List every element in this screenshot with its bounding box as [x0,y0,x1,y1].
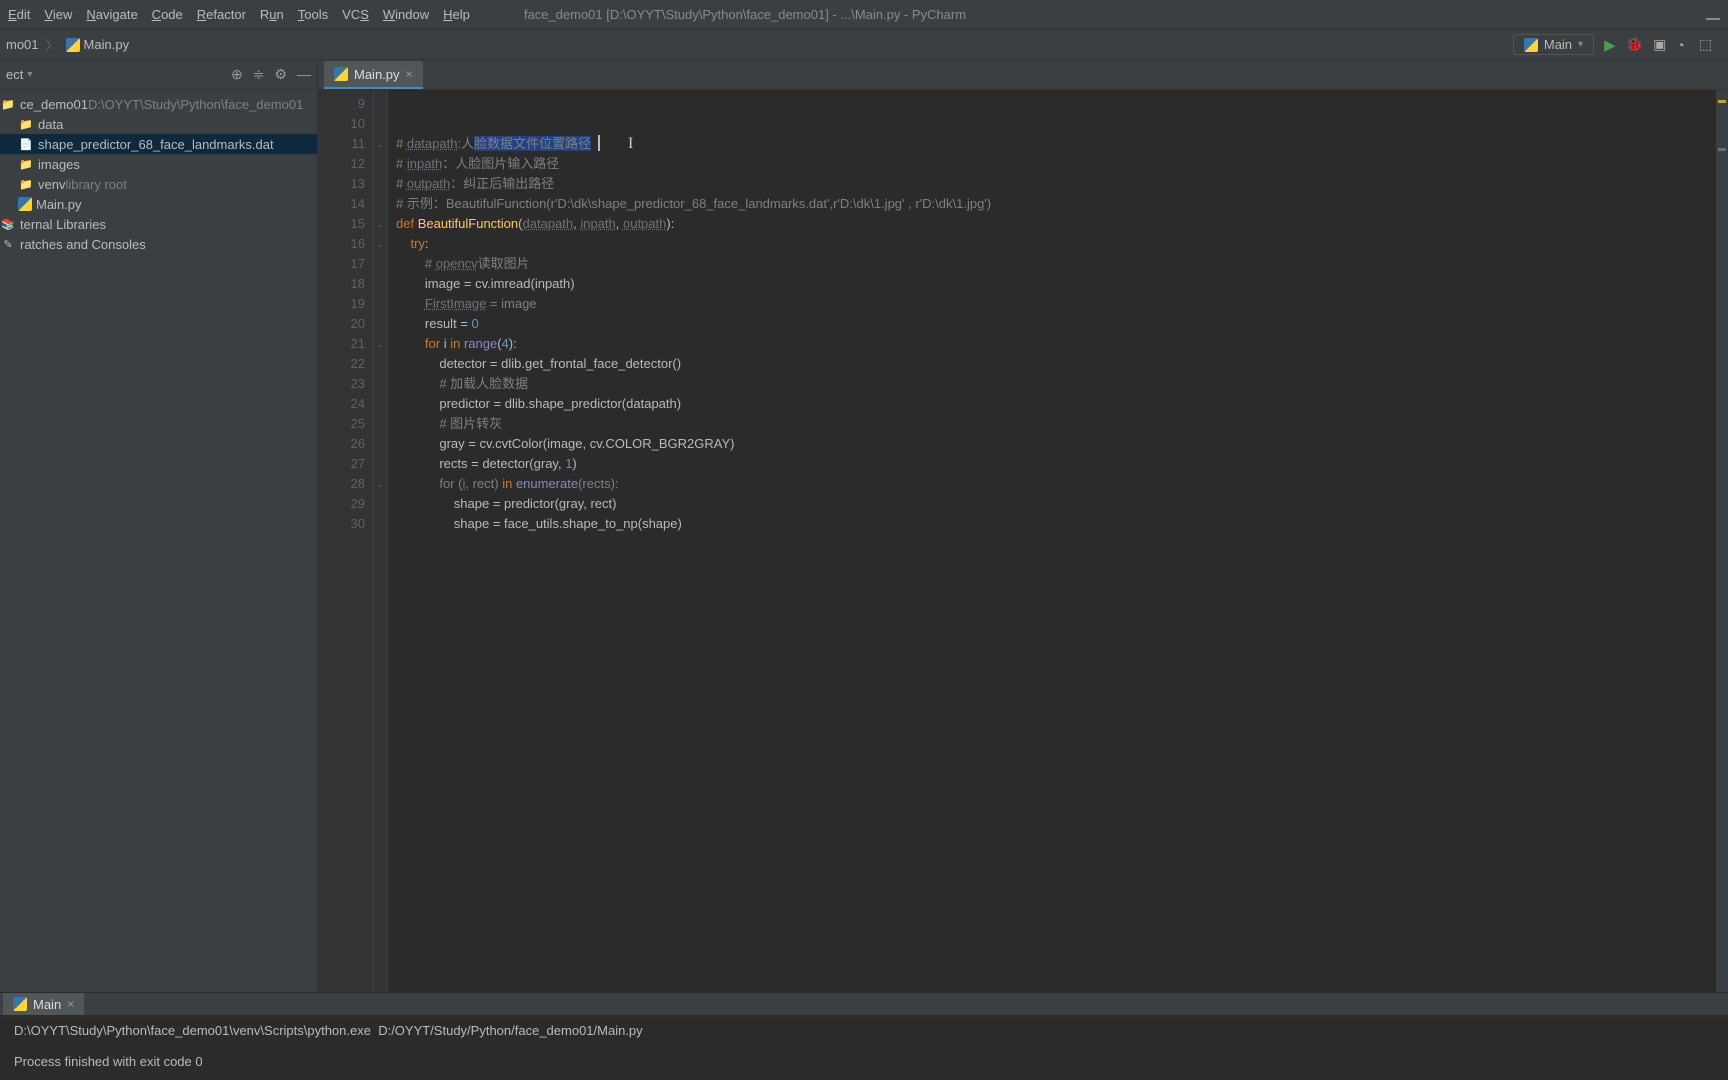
run-tab-label: Main [33,997,61,1012]
editor-panel: Main.py × 910111213141516171819202122232… [318,60,1728,992]
code-editor[interactable]: 9101112131415161718192021222324252627282… [318,90,1728,992]
project-header: ect ▾ ⊕ ≑ ⚙ — [0,60,317,90]
python-icon [1524,38,1538,52]
menu-window[interactable]: Window [383,7,429,22]
search-button[interactable]: ⬚ [1699,36,1712,53]
python-file-icon [66,38,80,52]
hide-icon[interactable]: — [297,66,311,83]
tree-item[interactable]: Main.py [0,194,317,214]
project-sidebar: ect ▾ ⊕ ≑ ⚙ — 📁ce_demo01 D:\OYYT\Study\P… [0,60,318,992]
run-config-name: Main [1544,37,1572,52]
fold-column[interactable]: ⌄⌄⌄⌄⌄ [374,90,388,992]
tree-item[interactable]: 📚ternal Libraries [0,214,317,234]
run-output[interactable]: D:\OYYT\Study\Python\face_demo01\venv\Sc… [0,1016,1728,1080]
run-button[interactable]: ▶ [1604,36,1616,54]
menu-edit[interactable]: Edit [8,7,30,22]
tree-item[interactable]: 📄shape_predictor_68_face_landmarks.dat [0,134,317,154]
breadcrumb: mo01 〉 Main.py [6,35,129,54]
menu-help[interactable]: Help [443,7,470,22]
menu-view[interactable]: View [44,7,72,22]
minimize-icon[interactable] [1706,18,1720,20]
tab-label: Main.py [354,67,400,82]
warning-marker[interactable] [1718,100,1726,103]
editor-tabbar: Main.py × [318,60,1728,90]
python-file-icon [334,67,348,81]
run-tab[interactable]: Main × [3,993,84,1015]
tree-item[interactable]: 📁ce_demo01 D:\OYYT\Study\Python\face_dem… [0,94,317,114]
menu-bar: Edit View Navigate Code Refactor Run Too… [0,0,1728,30]
debug-button[interactable]: 🐞 [1626,36,1643,53]
tree-item[interactable]: ✎ratches and Consoles [0,234,317,254]
menu-run[interactable]: Run [260,7,284,22]
menu-vcs[interactable]: VCS [342,7,369,22]
menu-tools[interactable]: Tools [298,7,328,22]
run-coverage-button[interactable]: ▣ [1653,36,1666,53]
menu-navigate[interactable]: Navigate [86,7,137,22]
close-icon[interactable]: × [406,67,413,81]
main-area: ect ▾ ⊕ ≑ ⚙ — 📁ce_demo01 D:\OYYT\Study\P… [0,60,1728,992]
run-tool-header: Main × [0,992,1728,1016]
dropdown-icon: ▾ [1578,39,1583,50]
collapse-icon[interactable]: ≑ [253,66,265,83]
tree-item[interactable]: 📁images [0,154,317,174]
code-area[interactable]: # datapath:人脸数据文件位置路径# inpath：人脸图片输入路径# … [388,90,1728,992]
error-stripe [1716,90,1728,992]
line-gutter: 9101112131415161718192021222324252627282… [318,90,374,992]
breadcrumb-file[interactable]: Main.py [84,37,130,52]
window-title: face_demo01 [D:\OYYT\Study\Python\face_d… [524,7,966,22]
tree-item[interactable]: 📁data [0,114,317,134]
chevron-right-icon: 〉 [46,35,59,54]
breadcrumb-root[interactable]: mo01 [6,37,39,52]
nav-toolbar: mo01 〉 Main.py Main ▾ ▶ 🐞 ▣ ◔ ⬚ [0,30,1728,60]
profile-button[interactable]: ◔ [1676,37,1684,53]
project-view-label[interactable]: ect [6,67,23,82]
run-config-selector[interactable]: Main ▾ [1513,34,1594,55]
menu-refactor[interactable]: Refactor [197,7,246,22]
project-tree[interactable]: 📁ce_demo01 D:\OYYT\Study\Python\face_dem… [0,90,317,992]
gear-icon[interactable]: ⚙ [274,66,287,83]
output-line: D:\OYYT\Study\Python\face_demo01\venv\Sc… [14,1023,643,1038]
tree-item[interactable]: 📁venv library root [0,174,317,194]
tab-main-py[interactable]: Main.py × [324,61,423,89]
menu-code[interactable]: Code [152,7,183,22]
python-icon [13,997,27,1011]
chevron-down-icon[interactable]: ▾ [27,69,32,80]
info-marker[interactable] [1718,148,1726,151]
close-icon[interactable]: × [67,997,74,1011]
locate-icon[interactable]: ⊕ [231,66,243,83]
output-line: Process finished with exit code 0 [14,1054,203,1069]
